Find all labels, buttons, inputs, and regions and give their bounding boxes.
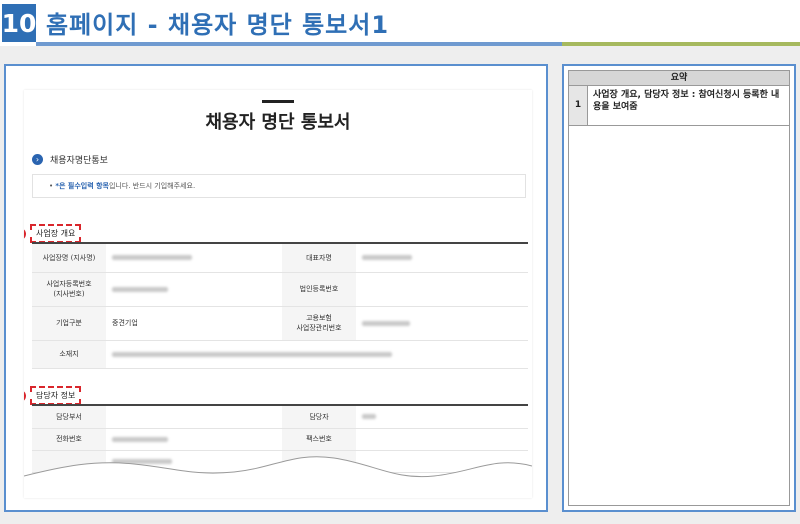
chevron-right-icon: › bbox=[32, 154, 43, 165]
page-header: 10 홈페이지 - 채용자 명단 통보서1 bbox=[0, 0, 800, 46]
marker-badge-2: 1 bbox=[24, 390, 26, 402]
value-corp-reg-no bbox=[356, 272, 528, 307]
table-row: 기업구분 중견기업 고용보험 사업장관리번호 bbox=[32, 306, 528, 341]
label-business-reg-no: 사업자등록번호 (지사번호) bbox=[32, 272, 106, 307]
summary-panel: 요약 1 사업장 개요, 담당자 정보 : 참여신청시 등록한 내용을 보여줌 bbox=[562, 64, 796, 512]
required-note: *은 필수입력 항목 bbox=[55, 182, 109, 190]
table-row: 사업장명 (지사명) 대표자명 bbox=[32, 244, 528, 273]
title-bar-decoration bbox=[262, 100, 294, 103]
label-manager: 담당자 bbox=[282, 406, 356, 429]
label-corp-reg-no: 법인등록번호 bbox=[282, 272, 356, 307]
value-business-reg-no bbox=[106, 272, 282, 307]
section-title-contact: 담당자 정보 bbox=[30, 386, 82, 405]
section-number: 10 bbox=[2, 4, 36, 42]
label-address: 소재지 bbox=[32, 340, 106, 369]
document-title: 채용자 명단 통보서 bbox=[205, 112, 351, 133]
summary-item-text: 사업장 개요, 담당자 정보 : 참여신청시 등록한 내용을 보여줌 bbox=[588, 86, 790, 126]
value-insurance-no bbox=[356, 306, 528, 341]
value-business-name bbox=[106, 244, 282, 273]
summary-body bbox=[568, 126, 790, 506]
page-title: 홈페이지 - 채용자 명단 통보서1 bbox=[46, 11, 390, 39]
notice-text: • *은 필수입력 항목입니다. 반드시 기입해주세요. bbox=[49, 181, 195, 191]
label-department: 담당부서 bbox=[32, 406, 106, 429]
business-table: 사업장명 (지사명) 대표자명 사업자등록번호 (지사번호) 법인등록번호 기업… bbox=[32, 244, 528, 369]
notice-box: • *은 필수입력 항목입니다. 반드시 기입해주세요. bbox=[32, 174, 526, 198]
label-ceo-name: 대표자명 bbox=[282, 244, 356, 273]
label-company-type: 기업구분 bbox=[32, 306, 106, 341]
value-address bbox=[106, 340, 528, 369]
table-row: 담당부서 담당자 bbox=[32, 406, 528, 429]
section-link[interactable]: 채용자명단통보 bbox=[50, 153, 108, 166]
table-row: 사업자등록번호 (지사번호) 법인등록번호 bbox=[32, 272, 528, 307]
value-ceo-name bbox=[356, 244, 528, 273]
label-business-name: 사업장명 (지사명) bbox=[32, 244, 106, 273]
value-manager bbox=[356, 406, 528, 429]
header-bar-blue bbox=[36, 42, 562, 46]
value-department bbox=[106, 406, 282, 429]
header-bar-green bbox=[562, 42, 800, 46]
table-row: 소재지 bbox=[32, 340, 528, 369]
notice-suffix: 입니다. 반드시 기입해주세요. bbox=[108, 182, 196, 190]
document-page: 채용자 명단 통보서 › 채용자명단통보 • *은 필수입력 항목입니다. 반드… bbox=[24, 90, 532, 498]
marker-badge-1: 1 bbox=[24, 228, 26, 240]
screenshot-panel: 채용자 명단 통보서 › 채용자명단통보 • *은 필수입력 항목입니다. 반드… bbox=[4, 64, 548, 512]
summary-header: 요약 bbox=[568, 70, 790, 86]
torn-edge-wave bbox=[24, 456, 532, 498]
summary-item-number: 1 bbox=[568, 86, 588, 126]
label-insurance-no: 고용보험 사업장관리번호 bbox=[282, 306, 356, 341]
value-company-type: 중견기업 bbox=[106, 306, 282, 341]
section-title-business: 사업장 개요 bbox=[30, 224, 82, 243]
